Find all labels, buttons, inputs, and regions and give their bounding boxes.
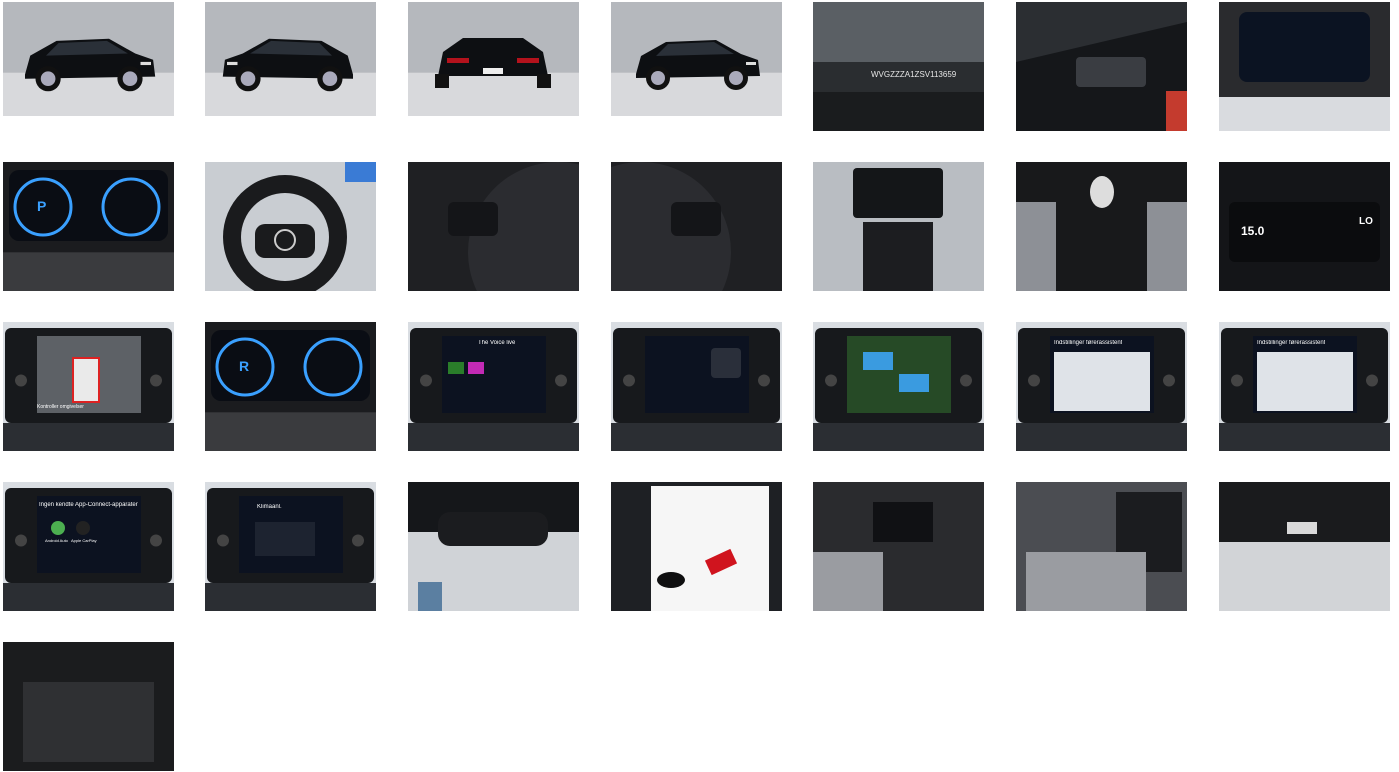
gallery-thumbnail[interactable]: Indstillinger førerassistent [1219, 322, 1390, 451]
photo-overlay-title: The Voice live [478, 340, 516, 346]
gallery-photo [813, 322, 984, 451]
gallery-photo [205, 322, 376, 451]
gallery-thumbnail[interactable]: R [205, 322, 376, 451]
photo-overlay-left: 15.0 [1241, 224, 1265, 238]
gallery-thumbnail[interactable]: 15.0 LO [1219, 162, 1390, 291]
photo-overlay-title: Indstillinger førerassistent [1054, 340, 1123, 346]
gallery-thumbnail[interactable] [1016, 482, 1187, 611]
gallery-thumbnail[interactable] [1016, 162, 1187, 291]
gallery-photo [3, 642, 174, 771]
photo-overlay-a: Android Auto [45, 538, 68, 543]
gallery-thumbnail[interactable]: The Voice live [408, 322, 579, 451]
gallery-thumbnail[interactable] [3, 2, 174, 116]
photo-overlay-b: Apple CarPlay [71, 538, 97, 543]
photo-overlay-title: Ingen kendte App-Connect-apparater [39, 502, 138, 508]
gallery-thumbnail[interactable] [205, 2, 376, 116]
gallery-thumbnail[interactable]: Indstillinger førerassistent [1016, 322, 1187, 451]
gallery-photo [1219, 2, 1390, 131]
gallery-thumbnail[interactable] [1219, 2, 1390, 131]
gallery-thumbnail[interactable]: Ingen kendte App-Connect-apparater Androi… [3, 482, 174, 611]
gallery-thumbnail[interactable] [813, 322, 984, 451]
gallery-photo [1219, 482, 1390, 611]
gallery-photo [1016, 482, 1187, 611]
gallery-photo [205, 2, 376, 116]
gallery-photo [813, 2, 984, 131]
photo-overlay-gear: R [239, 358, 250, 374]
gallery-thumbnail[interactable]: Klimaanl. [205, 482, 376, 611]
gallery-photo [813, 482, 984, 611]
photo-overlay-title: Indstillinger førerassistent [1257, 340, 1326, 346]
gallery-thumbnail[interactable] [408, 2, 579, 116]
gallery-thumbnail[interactable]: Kontroller omgivelser [3, 322, 174, 451]
gallery-thumbnail[interactable] [611, 2, 782, 116]
photo-overlay-text: WVGZZZA1ZSV113659 [871, 70, 957, 79]
gallery-photo [205, 482, 376, 611]
gallery-thumbnail[interactable]: WVGZZZA1ZSV113659 [813, 2, 984, 131]
gallery-photo [611, 162, 782, 291]
gallery-photo [3, 322, 174, 451]
gallery-thumbnail[interactable] [813, 162, 984, 291]
gallery-thumbnail[interactable] [205, 162, 376, 291]
gallery-thumbnail[interactable] [611, 162, 782, 291]
gallery-thumbnail[interactable]: P [3, 162, 174, 291]
gallery-thumbnail[interactable] [1219, 482, 1390, 611]
gallery-thumbnail[interactable] [408, 482, 579, 611]
gallery-photo [408, 162, 579, 291]
photo-overlay-right: LO [1359, 216, 1373, 227]
gallery-photo [611, 482, 782, 611]
gallery-thumbnail[interactable] [3, 642, 174, 771]
gallery-photo [611, 2, 782, 116]
gallery-photo [205, 162, 376, 291]
photo-overlay-title: Klimaanl. [257, 504, 282, 510]
gallery-photo [611, 322, 782, 451]
gallery-photo [1016, 162, 1187, 291]
photo-overlay-gear: P [37, 198, 47, 214]
gallery-photo [813, 162, 984, 291]
gallery-photo [408, 2, 579, 116]
gallery-photo [408, 482, 579, 611]
gallery-thumbnail[interactable] [611, 482, 782, 611]
gallery-thumbnail[interactable] [1016, 2, 1187, 131]
gallery-thumbnail[interactable] [408, 162, 579, 291]
gallery-thumbnail[interactable] [813, 482, 984, 611]
gallery-thumbnail[interactable] [611, 322, 782, 451]
gallery-photo [3, 162, 174, 291]
gallery-photo [1016, 2, 1187, 131]
photo-overlay-warn: Kontroller omgivelser [37, 404, 84, 410]
gallery-photo [3, 2, 174, 116]
